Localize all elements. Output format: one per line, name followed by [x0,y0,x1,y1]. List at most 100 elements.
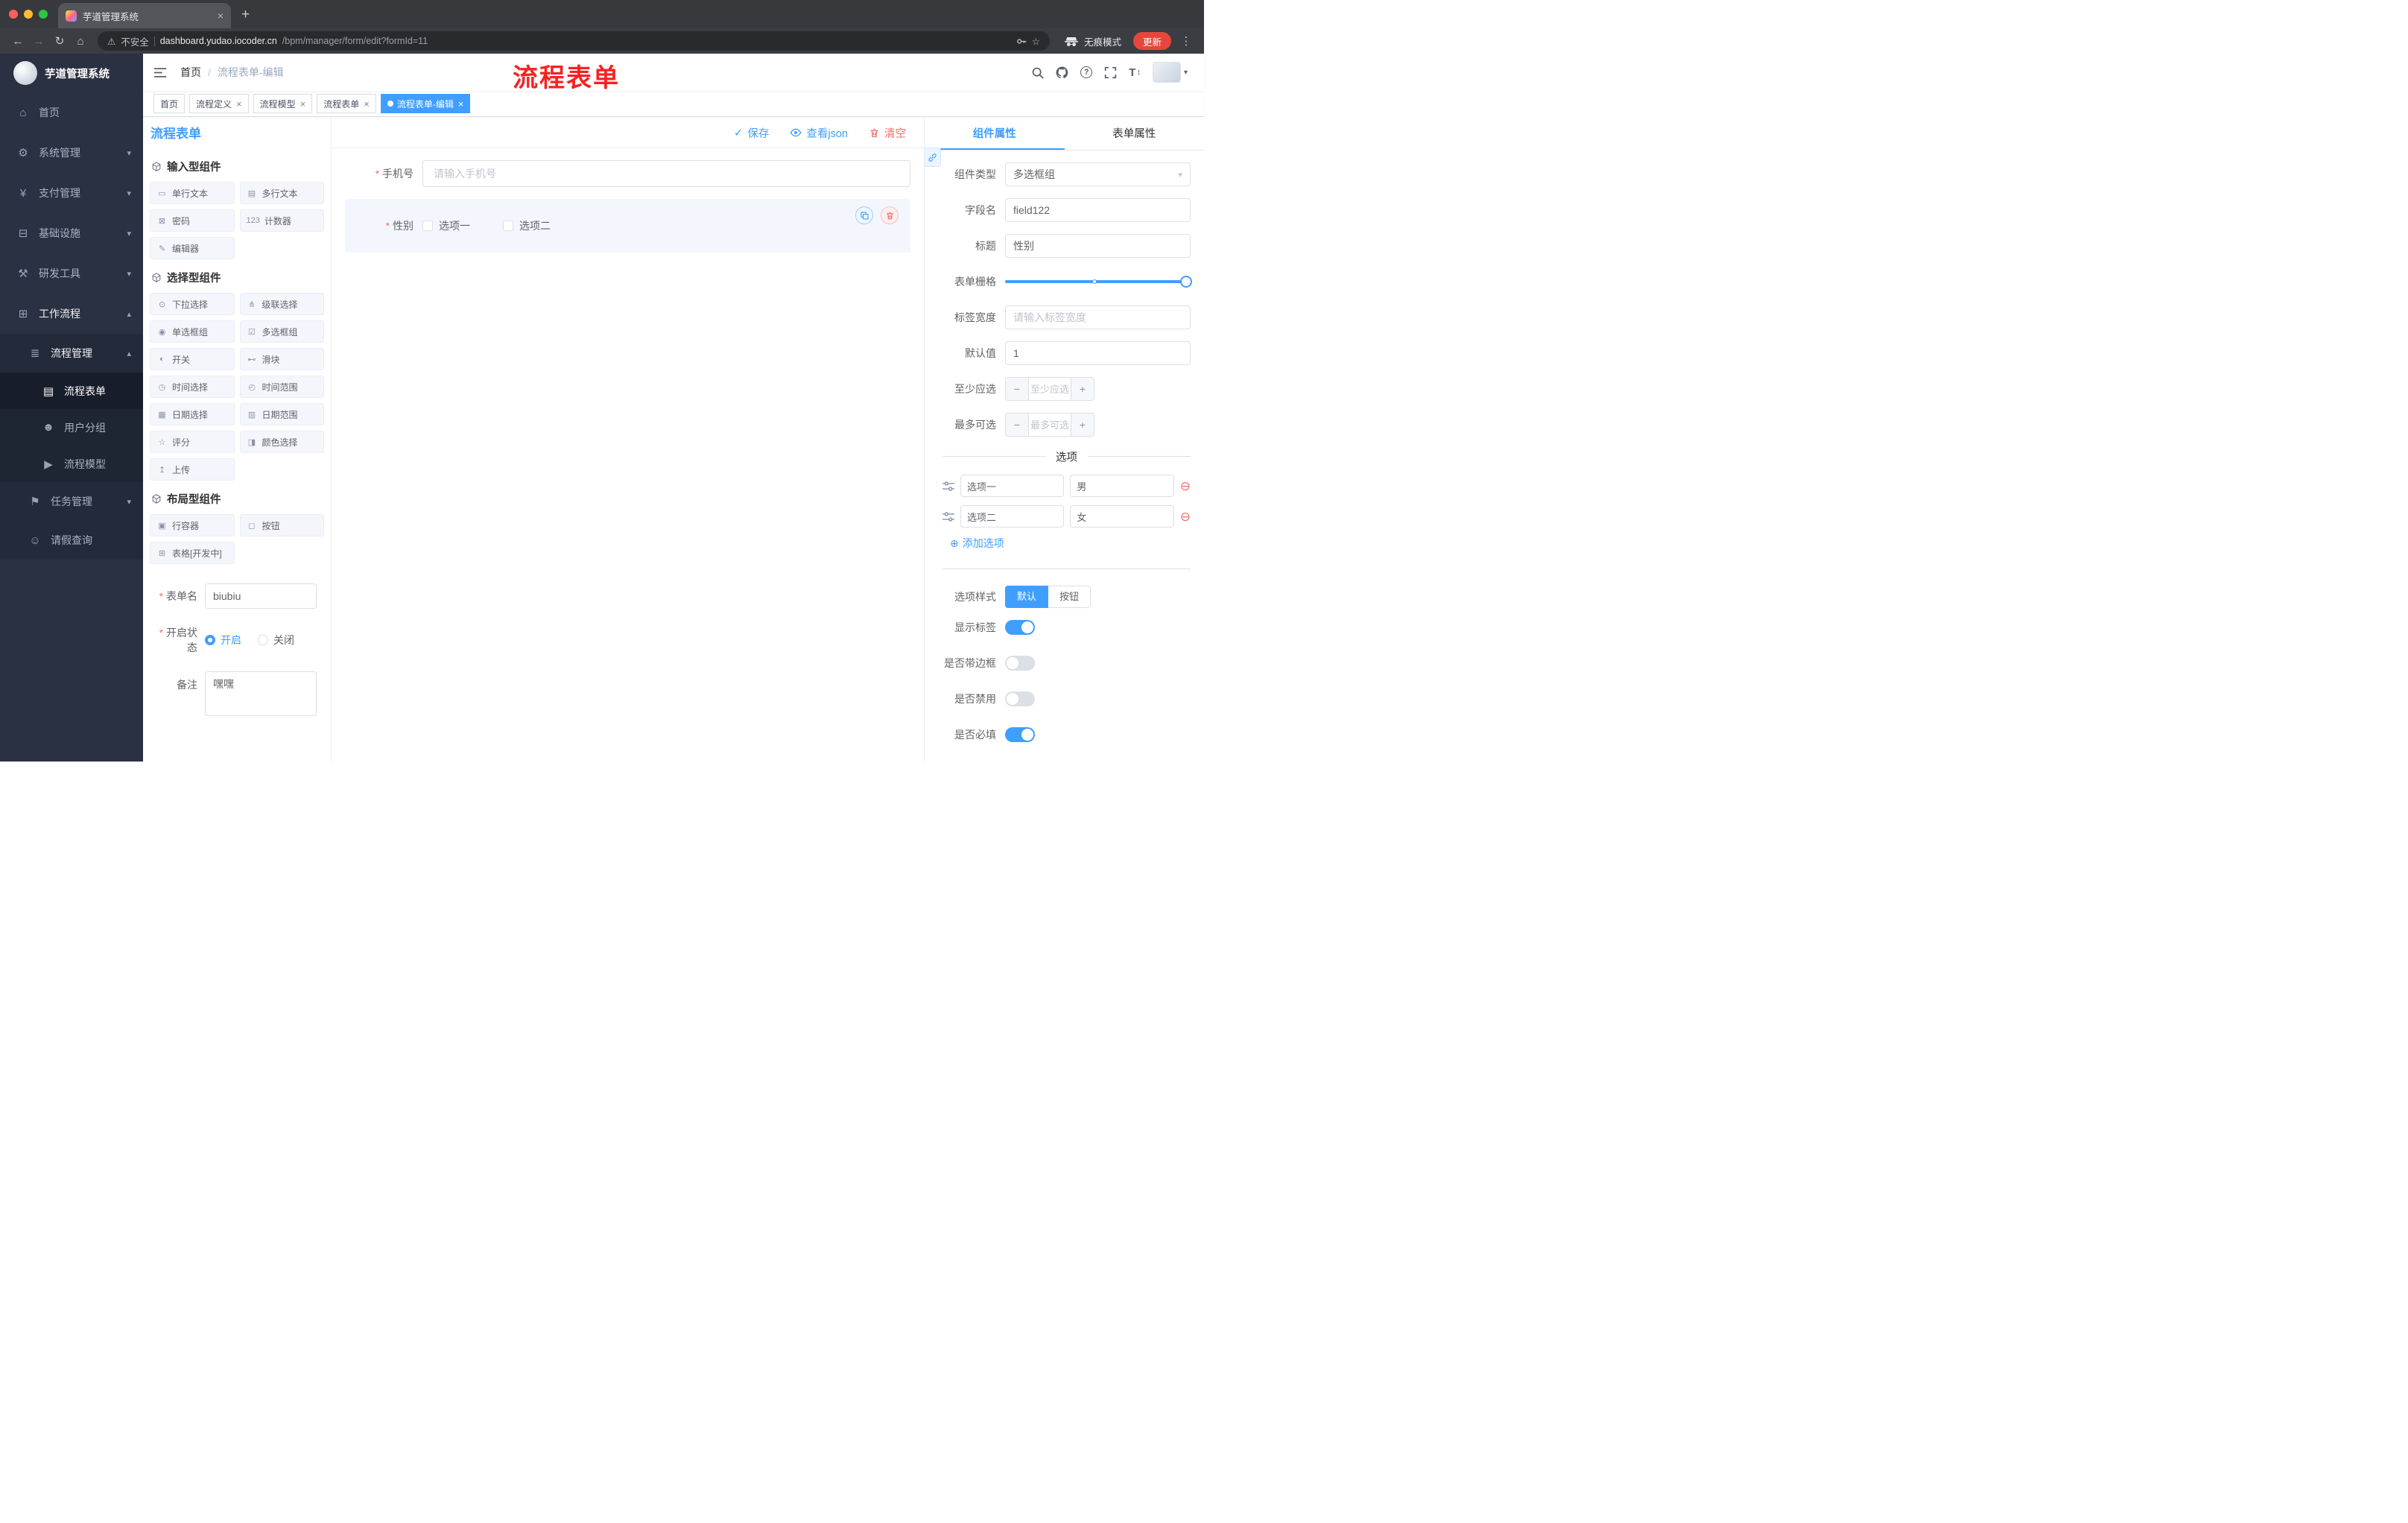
show-label-toggle[interactable] [1005,620,1035,635]
close-icon[interactable]: × [300,98,306,110]
min-select-input[interactable] [1028,378,1071,400]
home-button[interactable]: ⌂ [70,35,91,48]
option-value-input[interactable] [1070,505,1174,528]
sidebar-item-workflow[interactable]: ⊞ 工作流程 ▴ [0,294,143,334]
sidebar-item-payment-management[interactable]: ¥ 支付管理 ▾ [0,173,143,213]
sidebar-item-leave-query[interactable]: ☺ 请假查询 [0,521,143,560]
back-button[interactable]: ← [7,35,28,48]
browser-menu-icon[interactable]: ⋮ [1176,34,1197,48]
tab-form-props[interactable]: 表单属性 [1065,118,1205,150]
new-tab-button[interactable]: + [241,7,250,23]
clear-button[interactable]: 清空 [869,125,906,141]
address-bar[interactable]: ⚠ 不安全 dashboard.yudao.iocoder.cn/bpm/man… [98,31,1050,51]
comp-date-picker[interactable]: ▦ 日期选择 [150,403,235,425]
tag-home[interactable]: 首页 [153,94,186,113]
sidebar-item-process-model[interactable]: ▶ 流程模型 [0,446,143,482]
field-name-input[interactable] [1005,198,1191,222]
comp-radio-group[interactable]: ◉ 单选框组 [150,320,235,343]
link-icon[interactable] [925,148,941,167]
component-type-select[interactable]: 多选框组 ▾ [1005,162,1191,186]
minimize-window-button[interactable] [24,10,33,19]
comp-button[interactable]: ◻ 按钮 [239,514,324,536]
comp-time-range[interactable]: ◴ 时间范围 [239,376,324,398]
comp-rate[interactable]: ☆ 评分 [150,431,235,453]
comp-upload[interactable]: ↥ 上传 [150,458,235,481]
sidebar-item-user-group[interactable]: ☻ 用户分组 [0,409,143,446]
comp-slider[interactable]: ⊷ 滑块 [239,348,324,370]
copy-component-button[interactable] [855,206,873,224]
sidebar-item-task-management[interactable]: ⚑ 任务管理 ▾ [0,482,143,521]
checkbox-option-2[interactable]: 选项二 [503,218,551,233]
maximize-window-button[interactable] [39,10,48,19]
style-button-button[interactable]: 按钮 [1048,586,1091,608]
collapse-sidebar-icon[interactable] [153,67,167,78]
fullscreen-icon[interactable] [1104,66,1117,79]
required-toggle[interactable] [1005,727,1035,742]
tag-process-definition[interactable]: 流程定义 × [189,94,249,113]
user-avatar[interactable]: ▾ [1152,62,1188,83]
delete-component-button[interactable] [881,206,899,224]
style-default-button[interactable]: 默认 [1005,586,1049,608]
comp-rich-editor[interactable]: ✎ 编辑器 [150,237,235,259]
label-width-input[interactable] [1005,305,1191,329]
checkbox-option-1[interactable]: 选项一 [422,218,470,233]
reload-button[interactable]: ↻ [49,34,70,48]
comp-checkbox-group[interactable]: ☑ 多选框组 [239,320,324,343]
remove-option-icon[interactable]: ⊖ [1180,510,1191,523]
decrease-button[interactable]: − [1006,414,1028,436]
default-value-input[interactable] [1005,341,1191,365]
close-icon[interactable]: × [236,98,242,110]
phone-input[interactable] [422,160,910,187]
grid-slider[interactable] [1005,270,1192,294]
comp-textarea[interactable]: ▤ 多行文本 [239,182,324,204]
radio-disabled[interactable]: 关闭 [258,633,294,647]
sidebar-item-home[interactable]: ⌂ 首页 [0,92,143,133]
save-button[interactable]: ✓ 保存 [734,125,770,141]
form-name-input[interactable] [205,583,317,609]
forward-button[interactable]: → [28,35,49,48]
close-icon[interactable]: × [458,98,464,110]
update-button[interactable]: 更新 [1132,32,1171,50]
border-toggle[interactable] [1005,656,1035,671]
add-option-button[interactable]: ⊕ 添加选项 [950,536,1191,551]
comp-date-range[interactable]: ▥ 日期范围 [239,403,324,425]
breadcrumb-home[interactable]: 首页 [180,65,201,80]
title-input[interactable] [1005,234,1191,258]
slider-handle[interactable] [1180,276,1192,288]
github-icon[interactable] [1056,66,1068,79]
comp-row-container[interactable]: ▣ 行容器 [150,514,235,536]
comp-text-input[interactable]: ▭ 单行文本 [150,182,235,204]
decrease-button[interactable]: − [1006,378,1028,400]
option-name-input[interactable] [960,505,1065,528]
sidebar-item-process-form[interactable]: ▤ 流程表单 [0,373,143,409]
security-warning-icon[interactable]: ⚠ [107,36,115,47]
tab-close-icon[interactable]: × [218,10,224,22]
canvas-field-phone[interactable]: 手机号 [345,154,910,193]
bookmark-star-icon[interactable]: ☆ [1032,36,1040,47]
disabled-toggle[interactable] [1005,691,1035,706]
tag-process-form-edit[interactable]: 流程表单-编辑 × [380,94,471,113]
drag-handle-icon[interactable] [942,481,954,491]
drag-handle-icon[interactable] [942,511,954,522]
comp-table[interactable]: ⊞ 表格[开发中] [150,542,235,564]
font-size-icon[interactable]: T ↕ [1129,66,1141,79]
browser-tab[interactable]: 芋道管理系统 × [58,3,231,28]
view-json-button[interactable]: 查看json [790,125,848,141]
sidebar-item-system-management[interactable]: ⚙ 系统管理 ▾ [0,133,143,173]
increase-button[interactable]: + [1071,378,1094,400]
tag-process-form[interactable]: 流程表单 × [317,94,376,113]
comp-counter[interactable]: 123 计数器 [239,209,324,232]
form-remark-textarea[interactable]: 嘿嘿 [205,671,317,716]
close-icon[interactable]: × [364,98,370,110]
search-icon[interactable] [1031,66,1045,79]
comp-cascader[interactable]: ⋔ 级联选择 [239,293,324,315]
option-value-input[interactable] [1070,475,1174,497]
close-window-button[interactable] [9,10,18,19]
tag-process-model[interactable]: 流程模型 × [253,94,313,113]
comp-switch[interactable]: ◐ 开关 [150,348,235,370]
help-icon[interactable]: ? [1080,66,1093,78]
tab-component-props[interactable]: 组件属性 [925,118,1065,150]
sidebar-item-infrastructure[interactable]: ⊟ 基础设施 ▾ [0,213,143,253]
comp-time-picker[interactable]: ◷ 时间选择 [150,376,235,398]
comp-password[interactable]: ⊠ 密码 [150,209,235,232]
